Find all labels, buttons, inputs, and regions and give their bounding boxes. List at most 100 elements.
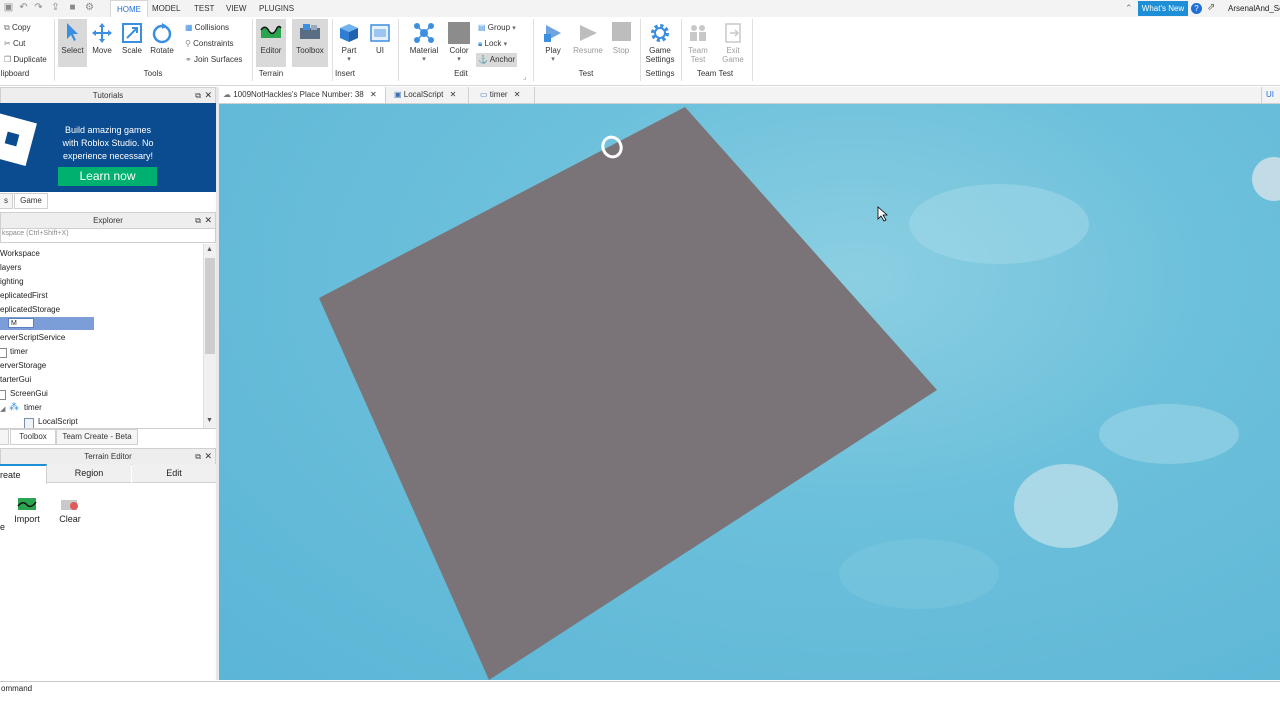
tree-item[interactable]: Workspace xyxy=(0,247,40,261)
game-settings-button[interactable]: Game Settings xyxy=(643,22,677,64)
collapse-icon[interactable]: ⌃ xyxy=(1125,3,1133,14)
help-icon[interactable]: ? xyxy=(1191,3,1202,14)
tree-item[interactable]: erverStorage xyxy=(0,359,46,373)
ui-button[interactable]: UI xyxy=(368,22,392,55)
explorer-scrollbar[interactable]: ▲ ▼ xyxy=(203,244,216,428)
terrain-editor-button[interactable]: Editor xyxy=(256,19,286,67)
copy-button[interactable]: ⧉ Copy xyxy=(4,21,31,35)
close-icon[interactable]: ✕ xyxy=(204,213,212,228)
pin-icon[interactable]: ⧉ xyxy=(195,213,201,228)
pin-icon[interactable]: ⧉ xyxy=(195,88,201,103)
undo-icon[interactable]: ↶ xyxy=(18,3,29,13)
tree-item[interactable]: timer xyxy=(10,345,28,359)
tab-team-create[interactable]: Team Create - Beta xyxy=(56,429,138,445)
3d-viewport[interactable] xyxy=(219,104,1280,680)
tab-create[interactable]: reate xyxy=(0,464,47,484)
tab-view[interactable]: VIEW xyxy=(220,0,252,17)
view-selector-icon[interactable] xyxy=(1252,157,1280,201)
scroll-thumb[interactable] xyxy=(205,258,215,354)
tree-item[interactable]: eplicatedFirst xyxy=(0,289,48,303)
tree-item[interactable]: ScreenGui xyxy=(10,387,48,401)
tree-item[interactable]: ighting xyxy=(0,275,24,289)
tab-left-partial[interactable] xyxy=(0,429,9,445)
tree-item[interactable]: layers xyxy=(0,261,21,275)
clear-tool[interactable]: Clear xyxy=(57,496,83,524)
learn-now-button[interactable]: Learn now xyxy=(58,167,157,186)
close-icon[interactable]: ✕ xyxy=(204,449,212,464)
rename-input[interactable]: M xyxy=(8,318,34,328)
collisions-toggle[interactable]: ▦ Collisions xyxy=(185,21,229,35)
tab-plugins[interactable]: PLUGINS xyxy=(253,0,300,17)
command-bar[interactable]: ommand xyxy=(0,681,1280,696)
resume-button[interactable]: Resume xyxy=(571,22,605,55)
join-surfaces-toggle[interactable]: ⚭ Join Surfaces xyxy=(185,53,242,67)
part-dropdown-icon[interactable]: ▾ xyxy=(336,55,362,63)
tree-item[interactable]: LocalScript xyxy=(38,415,78,428)
explorer-search-input[interactable]: kspace (Ctrl+Shift+X) xyxy=(0,228,216,243)
import-tool[interactable]: Import xyxy=(14,496,40,524)
anchor-toggle[interactable]: ⚓ Anchor xyxy=(476,53,518,67)
close-icon[interactable]: ✕ xyxy=(514,90,521,99)
generate-tool-label[interactable]: e xyxy=(0,522,5,532)
team-test-button[interactable]: Team Test xyxy=(684,22,712,64)
pin-icon[interactable]: ⧉ xyxy=(195,449,201,464)
insert-group-label: Insert xyxy=(334,69,355,78)
tab-properties[interactable]: s xyxy=(0,193,13,209)
material-dropdown-icon[interactable]: ▾ xyxy=(406,55,442,63)
publish-icon[interactable]: ⇪ xyxy=(50,3,61,13)
material-button[interactable]: Material ▾ xyxy=(406,22,442,63)
constraints-toggle[interactable]: ⚲ Constraints xyxy=(185,37,234,51)
tab-model[interactable]: MODEL xyxy=(146,0,186,17)
ui-editor-tab[interactable]: UI c xyxy=(1261,87,1280,115)
move-button[interactable]: Move xyxy=(89,22,115,55)
lock-dropdown-icon[interactable]: ▾ xyxy=(504,41,508,48)
redo-icon[interactable]: ↷ xyxy=(33,3,44,13)
play-button[interactable]: Play ▾ xyxy=(538,22,568,63)
duplicate-button[interactable]: ❐ Duplicate xyxy=(4,53,47,67)
scroll-down-icon[interactable]: ▼ xyxy=(206,417,213,424)
tab-test[interactable]: TEST xyxy=(188,0,220,17)
tree-item[interactable]: erverScriptService xyxy=(0,331,65,345)
tree-item[interactable]: tarterGui xyxy=(0,373,31,387)
share-icon[interactable]: ⇗ xyxy=(1207,2,1215,13)
tab-toolbox[interactable]: Toolbox xyxy=(10,429,56,445)
lock-button[interactable]: 🔒︎ Lock ▾ xyxy=(478,37,507,51)
close-icon[interactable]: ✕ xyxy=(370,90,377,99)
close-icon[interactable]: ✕ xyxy=(204,88,212,103)
baseplate-part[interactable] xyxy=(319,107,937,680)
settings-small-icon[interactable]: ⚙ xyxy=(84,3,95,13)
user-name[interactable]: ArsenalAnd_Sc xyxy=(1228,4,1280,13)
clear-label: Clear xyxy=(59,514,81,524)
scale-button[interactable]: Scale xyxy=(119,22,145,55)
group-button[interactable]: ▤ Group ▾ xyxy=(478,21,516,35)
tab-region[interactable]: Region xyxy=(47,464,131,483)
scroll-up-icon[interactable]: ▲ xyxy=(206,246,213,253)
edit-expand-icon[interactable]: ⌟ xyxy=(523,73,526,81)
tab-game[interactable]: Game xyxy=(14,193,48,209)
select-button[interactable]: Select xyxy=(58,19,87,67)
tab-timer[interactable]: ▭ timer ✕ xyxy=(476,87,535,103)
exit-game-button[interactable]: Exit Game xyxy=(718,22,748,64)
tree-item[interactable]: eplicatedStorage xyxy=(0,303,60,317)
cut-button[interactable]: ✂ Cut xyxy=(4,37,25,51)
stop-button[interactable]: Stop xyxy=(608,22,634,55)
tab-edit[interactable]: Edit xyxy=(132,464,216,483)
color-dropdown-icon[interactable]: ▾ xyxy=(446,55,472,63)
play-dropdown-icon[interactable]: ▾ xyxy=(538,55,568,63)
toolbox-button[interactable]: Toolbox xyxy=(292,19,328,67)
tab-home[interactable]: HOME xyxy=(110,0,148,18)
tree-item[interactable]: timer xyxy=(24,401,42,415)
group-dropdown-icon[interactable]: ▾ xyxy=(512,25,516,32)
clipboard-group-label: lipboard xyxy=(0,69,30,78)
color-button[interactable]: Color ▾ xyxy=(446,22,472,63)
selected-tree-row[interactable]: M xyxy=(0,317,94,330)
tab-localscript[interactable]: ▣ LocalScript ✕ xyxy=(390,87,469,103)
close-icon[interactable]: ✕ xyxy=(450,90,457,99)
expand-arrow-icon[interactable]: ◢ xyxy=(0,405,5,413)
rotate-button[interactable]: Rotate xyxy=(148,22,176,55)
stop-small-icon[interactable]: ■ xyxy=(67,3,78,13)
tab-place[interactable]: ☁ 1009NotHackles's Place Number: 38 ✕ xyxy=(219,87,386,103)
save-icon[interactable]: ▣ xyxy=(3,3,14,13)
part-button[interactable]: Part ▾ xyxy=(336,22,362,63)
whats-new-button[interactable]: What's New xyxy=(1138,1,1188,16)
